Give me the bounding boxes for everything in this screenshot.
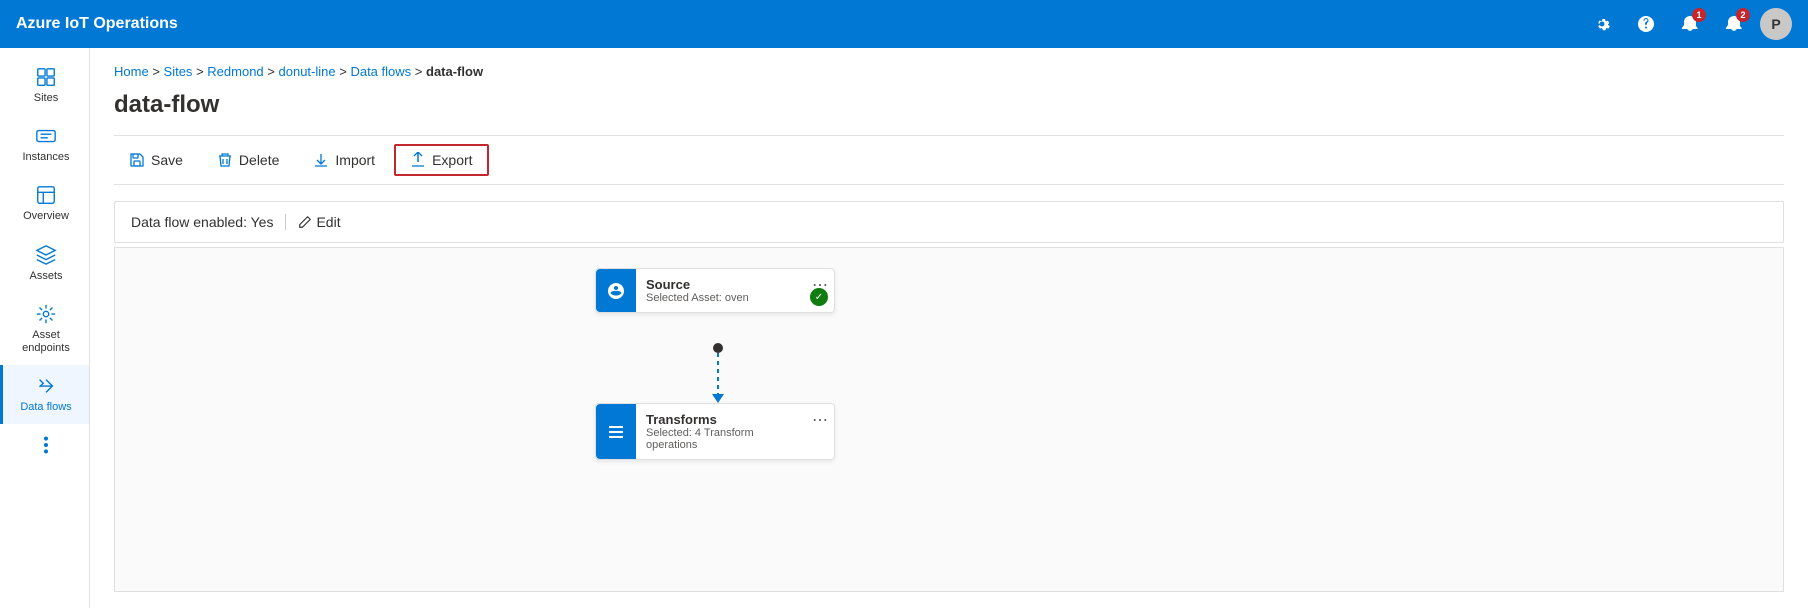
source-node[interactable]: Source Selected Asset: oven ⋯ ✓ [595, 268, 835, 313]
sidebar-item-instances[interactable]: Instances [0, 115, 89, 174]
connector-dot [713, 343, 723, 353]
import-button[interactable]: Import [298, 145, 390, 175]
transforms-node-menu[interactable]: ⋯ [806, 404, 834, 459]
sidebar-item-instances-label: Instances [22, 151, 69, 164]
sidebar-item-overview[interactable]: Overview [0, 174, 89, 233]
data-flows-icon [35, 375, 57, 397]
user-avatar[interactable]: P [1760, 8, 1792, 40]
edit-label: Edit [316, 214, 340, 230]
sidebar-item-overview-label: Overview [23, 210, 69, 223]
breadcrumb-donut-line[interactable]: donut-line [279, 64, 336, 79]
app-body: Sites Instances Overview Assets Asset en… [0, 48, 1808, 608]
source-node-status: ✓ [810, 288, 828, 306]
sidebar-item-assets-label: Assets [29, 270, 62, 283]
source-node-subtitle: Selected Asset: oven [646, 292, 796, 304]
transforms-node-subtitle: Selected: 4 Transform operations [646, 427, 796, 451]
transforms-node-icon [596, 404, 636, 459]
top-nav-actions: 1 2 P [1584, 6, 1792, 42]
overview-icon [35, 184, 57, 206]
alerts-button-1[interactable]: 1 [1672, 6, 1708, 42]
breadcrumb: Home > Sites > Redmond > donut-line > Da… [114, 64, 1784, 79]
top-navigation: Azure IoT Operations 1 2 P [0, 0, 1808, 48]
save-button[interactable]: Save [114, 145, 198, 175]
sidebar-item-asset-endpoints[interactable]: Asset endpoints [0, 293, 89, 365]
toolbar: Save Delete Import Export [114, 135, 1784, 185]
export-button[interactable]: Export [394, 144, 488, 176]
help-button[interactable] [1628, 6, 1664, 42]
settings-button[interactable] [1584, 6, 1620, 42]
breadcrumb-sites[interactable]: Sites [164, 64, 193, 79]
delete-icon [217, 152, 233, 168]
instances-icon [35, 125, 57, 147]
export-label: Export [432, 152, 472, 168]
data-flow-enabled-status: Data flow enabled: Yes [131, 214, 273, 230]
connector-arrow [712, 394, 724, 403]
asset-endpoints-icon [35, 303, 57, 325]
breadcrumb-redmond[interactable]: Redmond [207, 64, 263, 79]
connector-line [717, 353, 719, 394]
assets-icon [35, 244, 57, 266]
page-title: data-flow [114, 91, 1784, 119]
save-label: Save [151, 152, 183, 168]
edit-icon [298, 215, 312, 229]
transforms-node-body: Transforms Selected: 4 Transform operati… [636, 404, 806, 459]
connector-1 [712, 343, 724, 403]
alerts-button-2[interactable]: 2 [1716, 6, 1752, 42]
edit-button[interactable]: Edit [298, 214, 340, 230]
delete-button[interactable]: Delete [202, 145, 294, 175]
status-divider [285, 214, 286, 230]
sites-icon [35, 66, 57, 88]
sidebar-item-data-flows-label: Data flows [20, 401, 71, 414]
breadcrumb-home[interactable]: Home [114, 64, 149, 79]
import-label: Import [335, 152, 375, 168]
breadcrumb-current: data-flow [426, 64, 483, 79]
delete-label: Delete [239, 152, 279, 168]
alerts-badge-2: 2 [1736, 8, 1750, 22]
flow-canvas: Source Selected Asset: oven ⋯ ✓ [114, 247, 1784, 592]
breadcrumb-data-flows[interactable]: Data flows [350, 64, 411, 79]
import-icon [313, 152, 329, 168]
status-bar: Data flow enabled: Yes Edit [114, 201, 1784, 243]
export-icon [410, 152, 426, 168]
sidebar-item-asset-endpoints-label: Asset endpoints [7, 329, 85, 355]
source-node-body: Source Selected Asset: oven [636, 269, 806, 312]
sidebar-item-sites[interactable]: Sites [0, 56, 89, 115]
more-icon [35, 434, 57, 456]
alerts-badge-1: 1 [1692, 8, 1706, 22]
save-icon [129, 152, 145, 168]
transforms-node-title: Transforms [646, 412, 796, 427]
transforms-node[interactable]: Transforms Selected: 4 Transform operati… [595, 403, 835, 460]
main-content: Home > Sites > Redmond > donut-line > Da… [90, 48, 1808, 608]
source-node-icon [596, 269, 636, 312]
sidebar-item-data-flows[interactable]: Data flows [0, 365, 89, 424]
app-title: Azure IoT Operations [16, 15, 178, 33]
sidebar: Sites Instances Overview Assets Asset en… [0, 48, 90, 608]
sidebar-item-assets[interactable]: Assets [0, 234, 89, 293]
content-area: Home > Sites > Redmond > donut-line > Da… [90, 48, 1808, 608]
source-node-title: Source [646, 277, 796, 292]
sidebar-item-more[interactable] [0, 424, 89, 466]
sidebar-item-sites-label: Sites [34, 92, 58, 105]
